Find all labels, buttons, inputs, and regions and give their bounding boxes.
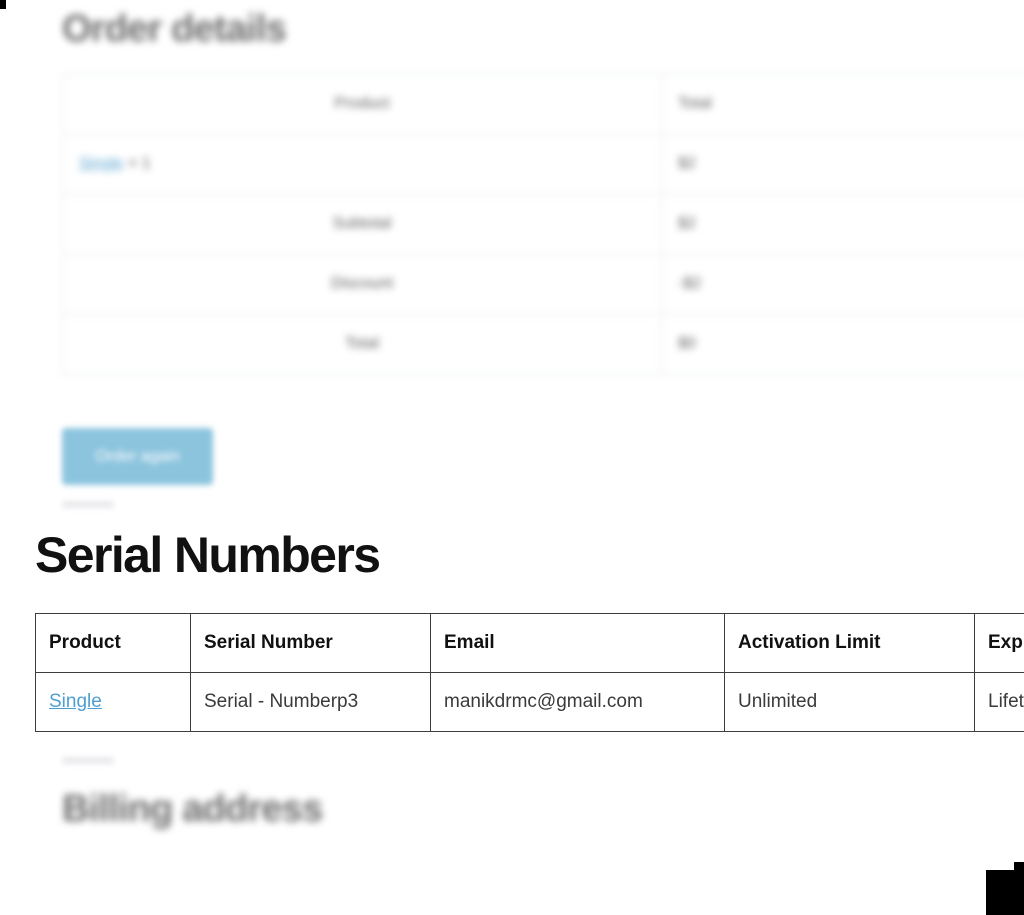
corner-artifact-bottom-right [986, 862, 1024, 915]
order-discount-label: Discount [62, 253, 662, 315]
serial-header-activation-limit: Activation Limit [724, 613, 975, 673]
order-discount-amount: -$2 [661, 253, 1024, 315]
order-product-quantity: × 1 [127, 155, 151, 173]
serial-header-product: Product [35, 613, 191, 673]
order-details-section: Order details Product Total Single × 1 $… [62, 8, 1024, 375]
order-total-amount: $0 [661, 313, 1024, 375]
serial-numbers-heading: Serial Numbers [35, 527, 381, 583]
corner-artifact-top-left [0, 0, 6, 9]
table-row: Single Serial - Numberp3 manikdrmc@gmail… [35, 672, 1024, 732]
serial-cell-serial-number: Serial - Numberp3 [190, 672, 431, 732]
serial-cell-expires: Lifetime [974, 672, 1024, 732]
serial-numbers-table-container: Product Serial Number Email Activation L… [35, 613, 1024, 732]
serial-header-expires: Expires [974, 613, 1024, 673]
order-product-cell: Single × 1 [62, 133, 662, 195]
order-again-button[interactable]: Order again [62, 428, 213, 485]
order-table-total-row: Total $0 [62, 313, 1024, 375]
serial-numbers-table: Product Serial Number Email Activation L… [35, 613, 1024, 732]
order-subtotal-amount: $2 [661, 193, 1024, 255]
billing-address-heading: Billing address [62, 788, 323, 830]
serial-header-serial-number: Serial Number [190, 613, 431, 673]
section-divider-above-billing-address [62, 757, 114, 764]
order-details-heading: Order details [62, 8, 287, 50]
order-details-table: Product Total Single × 1 $2 Subtotal $2 [62, 73, 1024, 375]
order-table-discount-row: Discount -$2 [62, 253, 1024, 315]
order-table-header-product: Product [62, 73, 662, 135]
serial-header-email: Email [430, 613, 725, 673]
order-confirmation-page: Order details Product Total Single × 1 $… [0, 0, 1024, 915]
order-table-subtotal-row: Subtotal $2 [62, 193, 1024, 255]
serial-cell-product: Single [35, 672, 191, 732]
serial-cell-activation-limit: Unlimited [724, 672, 975, 732]
order-subtotal-label: Subtotal [62, 193, 662, 255]
section-divider-above-serial-numbers [62, 501, 114, 508]
order-table-header-total: Total [661, 73, 1024, 135]
order-table-product-row: Single × 1 $2 [62, 133, 1024, 195]
order-table-header-row: Product Total [62, 73, 1024, 135]
serial-table-header-row: Product Serial Number Email Activation L… [35, 613, 1024, 673]
order-product-total: $2 [661, 133, 1024, 195]
order-total-label: Total [62, 313, 662, 375]
serial-product-link[interactable]: Single [49, 691, 102, 712]
order-product-link[interactable]: Single [79, 155, 123, 172]
serial-cell-email: manikdrmc@gmail.com [430, 672, 725, 732]
